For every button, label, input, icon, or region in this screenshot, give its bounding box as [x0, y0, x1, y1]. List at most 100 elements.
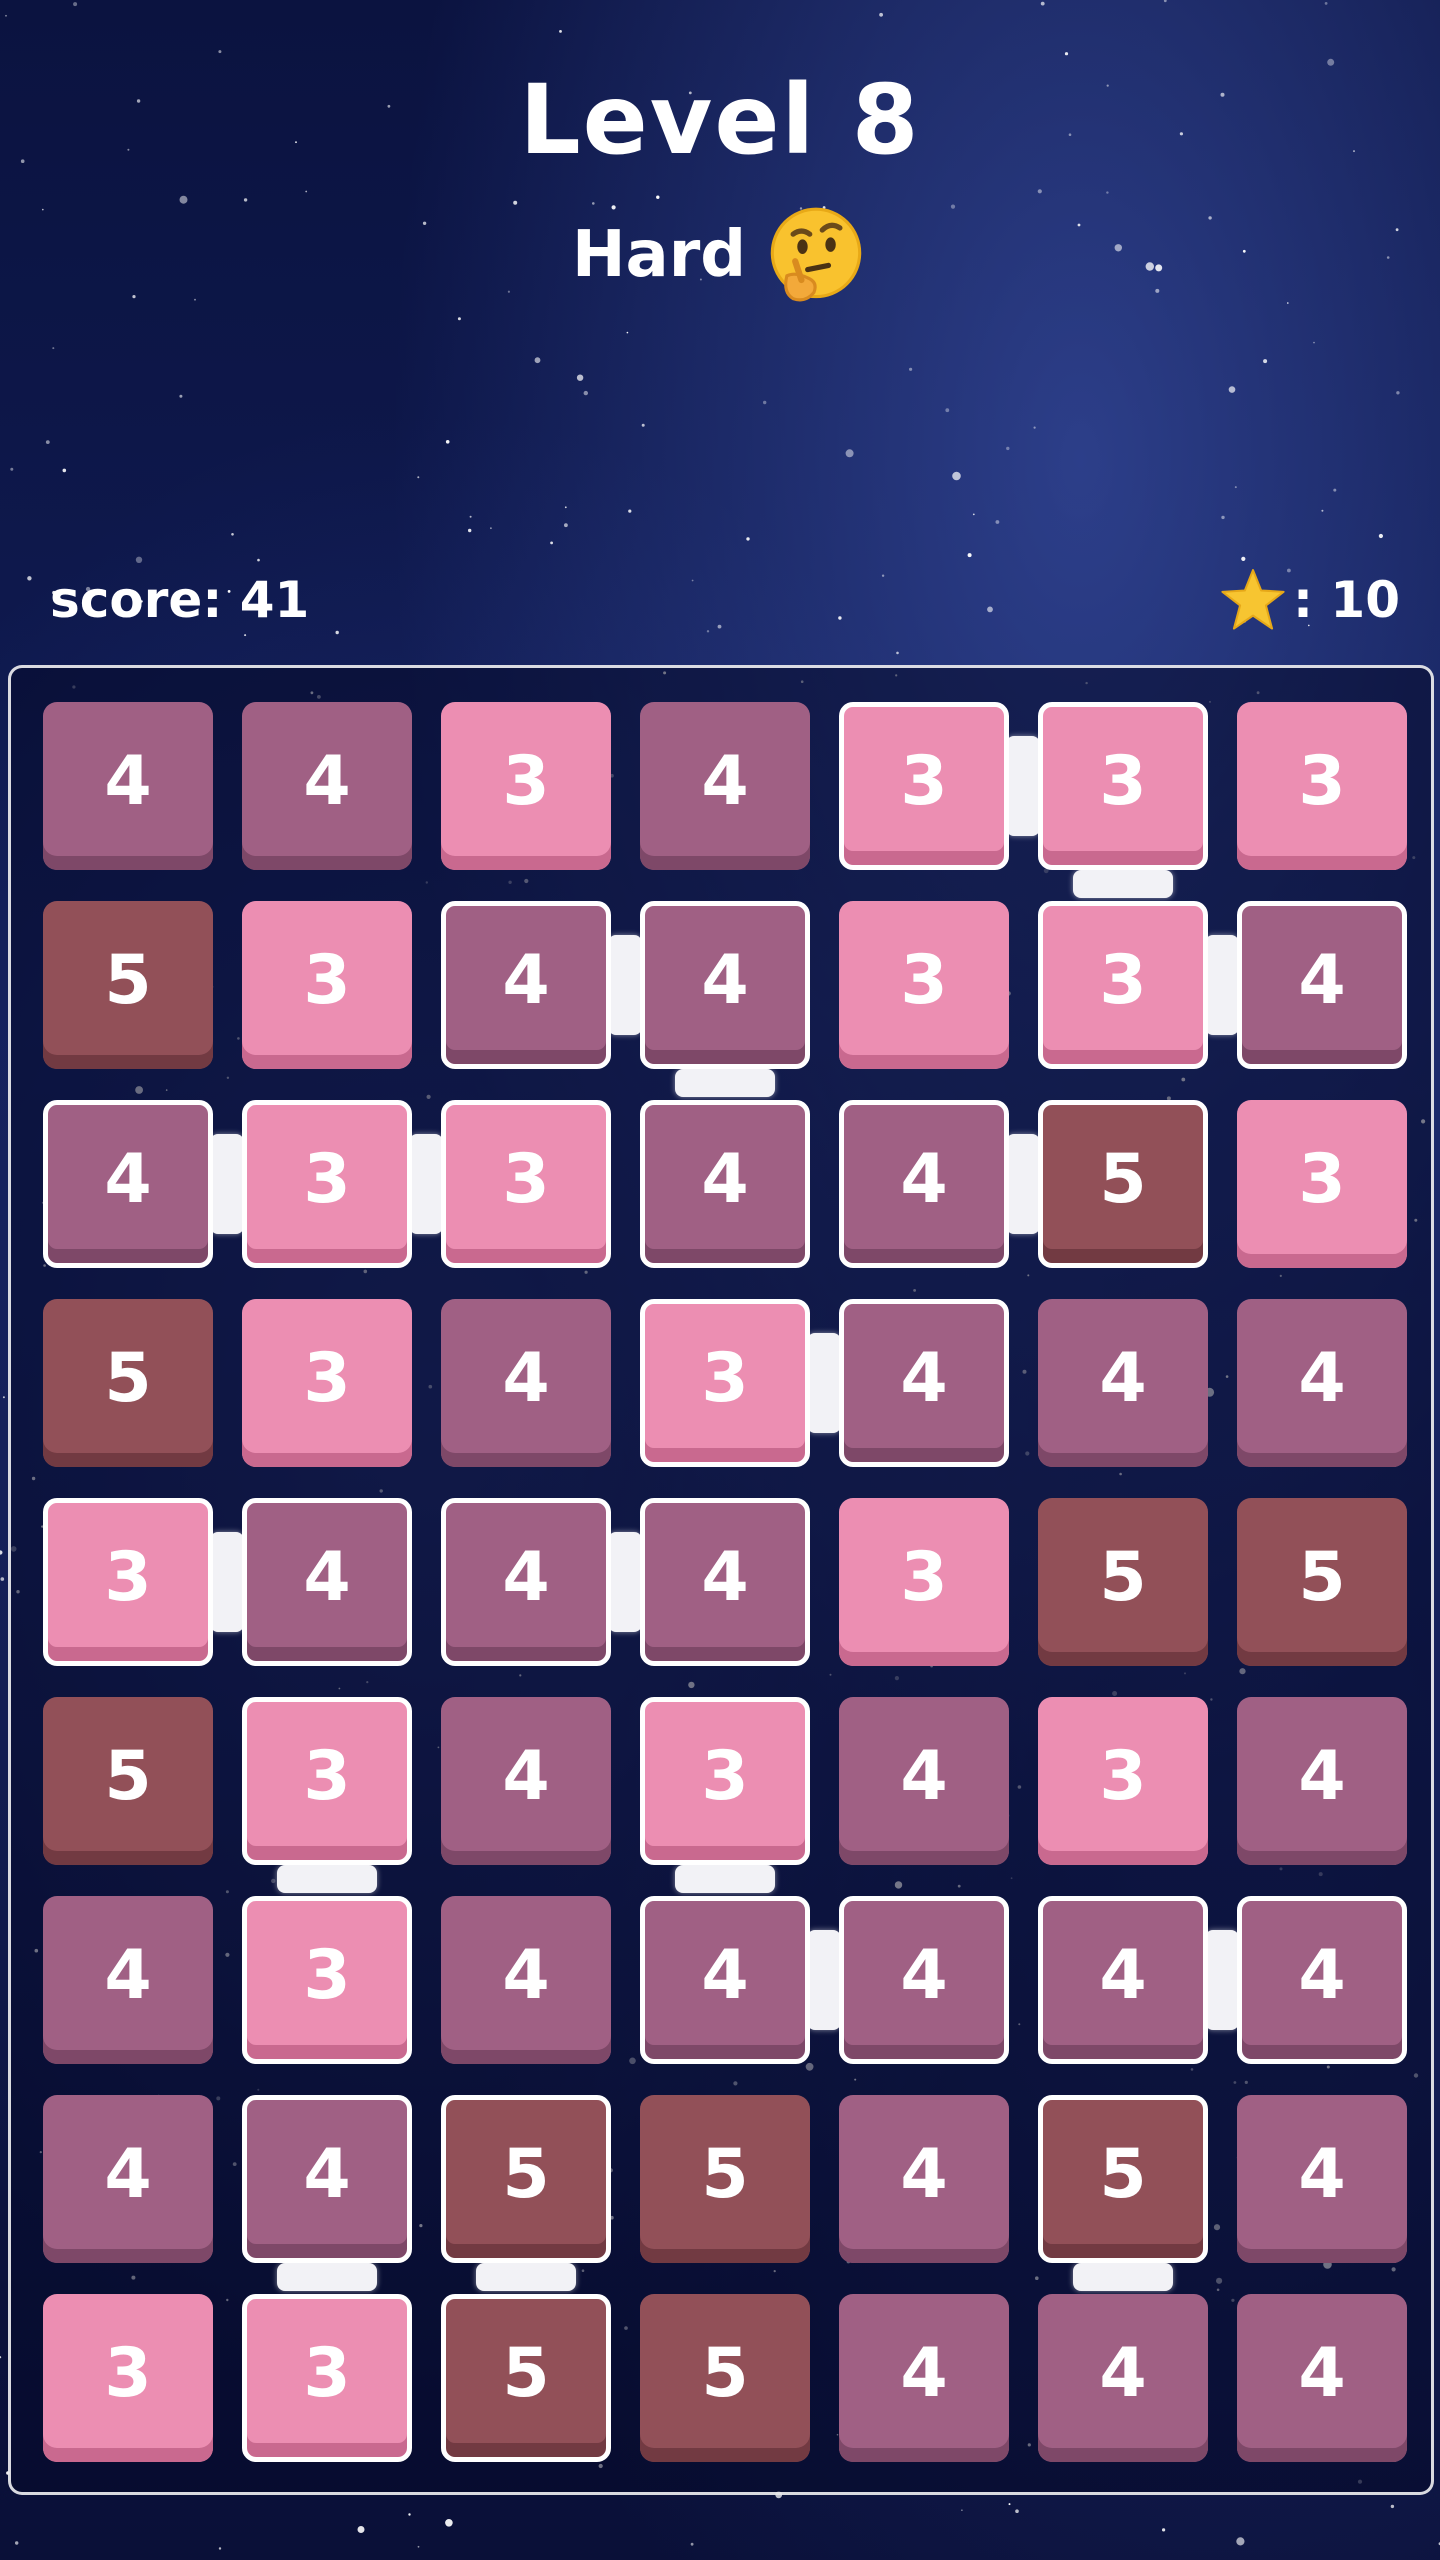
number-tile[interactable]: 4 [640, 1498, 810, 1666]
number-tile[interactable]: 4 [839, 1896, 1009, 2064]
number-tile[interactable]: 4 [43, 1896, 213, 2064]
tile-value: 4 [502, 1736, 550, 1816]
number-tile[interactable]: 5 [441, 2095, 611, 2263]
tile-value: 4 [900, 1338, 948, 1418]
tile-value: 3 [1099, 940, 1147, 1020]
tile-value: 4 [1298, 2134, 1346, 2214]
number-tile[interactable]: 4 [1237, 901, 1407, 1069]
number-tile[interactable]: 3 [242, 1896, 412, 2064]
star-count: : 10 [1219, 565, 1400, 635]
number-tile[interactable]: 4 [242, 1498, 412, 1666]
number-tile[interactable]: 4 [1237, 1299, 1407, 1467]
tile-value: 5 [701, 2333, 749, 2413]
number-tile[interactable]: 3 [1237, 1100, 1407, 1268]
number-tile[interactable]: 4 [640, 1896, 810, 2064]
number-tile[interactable]: 3 [839, 1498, 1009, 1666]
number-tile[interactable]: 4 [441, 901, 611, 1069]
tile-value: 3 [900, 1537, 948, 1617]
number-tile[interactable]: 5 [43, 1299, 213, 1467]
tile-value: 4 [701, 1537, 749, 1617]
number-tile[interactable]: 4 [242, 2095, 412, 2263]
number-tile[interactable]: 5 [441, 2294, 611, 2462]
number-tile[interactable]: 3 [839, 901, 1009, 1069]
number-tile[interactable]: 3 [640, 1299, 810, 1467]
number-tile[interactable]: 3 [1038, 1697, 1208, 1865]
number-tile[interactable]: 4 [43, 2095, 213, 2263]
number-tile[interactable]: 3 [839, 702, 1009, 870]
number-tile[interactable]: 3 [1038, 901, 1208, 1069]
number-tile[interactable]: 4 [839, 1100, 1009, 1268]
number-tile[interactable]: 5 [640, 2095, 810, 2263]
number-tile[interactable]: 4 [242, 702, 412, 870]
number-tile[interactable]: 4 [640, 901, 810, 1069]
tile-value: 5 [1099, 1139, 1147, 1219]
number-tile[interactable]: 4 [1038, 2294, 1208, 2462]
number-tile[interactable]: 3 [242, 1100, 412, 1268]
number-tile[interactable]: 4 [1237, 2095, 1407, 2263]
tile-value: 4 [701, 1935, 749, 2015]
tile-link [1205, 935, 1239, 1035]
tile-value: 4 [900, 2333, 948, 2413]
tile-value: 4 [701, 741, 749, 821]
number-tile[interactable]: 5 [1038, 1498, 1208, 1666]
number-tile[interactable]: 4 [43, 702, 213, 870]
number-tile[interactable]: 4 [640, 702, 810, 870]
number-tile[interactable]: 3 [640, 1697, 810, 1865]
tile-value: 4 [1298, 2333, 1346, 2413]
number-tile[interactable]: 4 [1038, 1896, 1208, 2064]
number-tile[interactable]: 5 [640, 2294, 810, 2462]
tile-value: 5 [1298, 1537, 1346, 1617]
number-tile[interactable]: 5 [1237, 1498, 1407, 1666]
number-tile[interactable]: 4 [1237, 2294, 1407, 2462]
number-tile[interactable]: 4 [1237, 1697, 1407, 1865]
number-tile[interactable]: 5 [1038, 1100, 1208, 1268]
tile-link [1205, 1930, 1239, 2030]
number-tile[interactable]: 5 [43, 901, 213, 1069]
star-count-label: : 10 [1293, 571, 1400, 629]
tile-value: 3 [701, 1338, 749, 1418]
tile-value: 4 [900, 1139, 948, 1219]
number-tile[interactable]: 4 [839, 1697, 1009, 1865]
tile-value: 5 [502, 2333, 550, 2413]
number-tile[interactable]: 3 [1237, 702, 1407, 870]
number-tile[interactable]: 4 [839, 1299, 1009, 1467]
thinking-face-icon [770, 207, 862, 302]
number-tile[interactable]: 3 [1038, 702, 1208, 870]
tile-value: 3 [303, 1139, 351, 1219]
number-tile[interactable]: 4 [1237, 1896, 1407, 2064]
tile-value: 3 [303, 1935, 351, 2015]
number-tile[interactable]: 3 [43, 1498, 213, 1666]
number-tile[interactable]: 4 [1038, 1299, 1208, 1467]
number-tile[interactable]: 4 [441, 1896, 611, 2064]
number-tile[interactable]: 5 [43, 1697, 213, 1865]
number-tile[interactable]: 4 [441, 1498, 611, 1666]
tile-link [675, 1865, 775, 1893]
score-display: score: 41 [50, 571, 310, 629]
number-tile[interactable]: 3 [242, 1299, 412, 1467]
number-tile[interactable]: 4 [441, 1697, 611, 1865]
number-tile[interactable]: 3 [242, 901, 412, 1069]
tile-value: 5 [701, 2134, 749, 2214]
star-icon [1221, 569, 1285, 630]
difficulty-label: Hard [0, 200, 1440, 310]
number-tile[interactable]: 4 [441, 1299, 611, 1467]
number-tile[interactable]: 3 [43, 2294, 213, 2462]
number-tile[interactable]: 3 [242, 2294, 412, 2462]
number-tile[interactable]: 3 [441, 1100, 611, 1268]
tile-link [807, 1333, 841, 1433]
tile-link [277, 1865, 377, 1893]
tile-value: 4 [502, 1338, 550, 1418]
number-tile[interactable]: 4 [839, 2294, 1009, 2462]
tile-value: 4 [1298, 1736, 1346, 1816]
tile-link [1073, 2263, 1173, 2291]
number-tile[interactable]: 5 [1038, 2095, 1208, 2263]
number-tile[interactable]: 4 [640, 1100, 810, 1268]
tile-value: 3 [104, 2333, 152, 2413]
tile-value: 4 [701, 940, 749, 1020]
number-tile[interactable]: 4 [43, 1100, 213, 1268]
number-tile[interactable]: 3 [242, 1697, 412, 1865]
number-tile[interactable]: 3 [441, 702, 611, 870]
tile-value: 4 [1099, 2333, 1147, 2413]
number-tile[interactable]: 4 [839, 2095, 1009, 2263]
tile-value: 4 [502, 940, 550, 1020]
